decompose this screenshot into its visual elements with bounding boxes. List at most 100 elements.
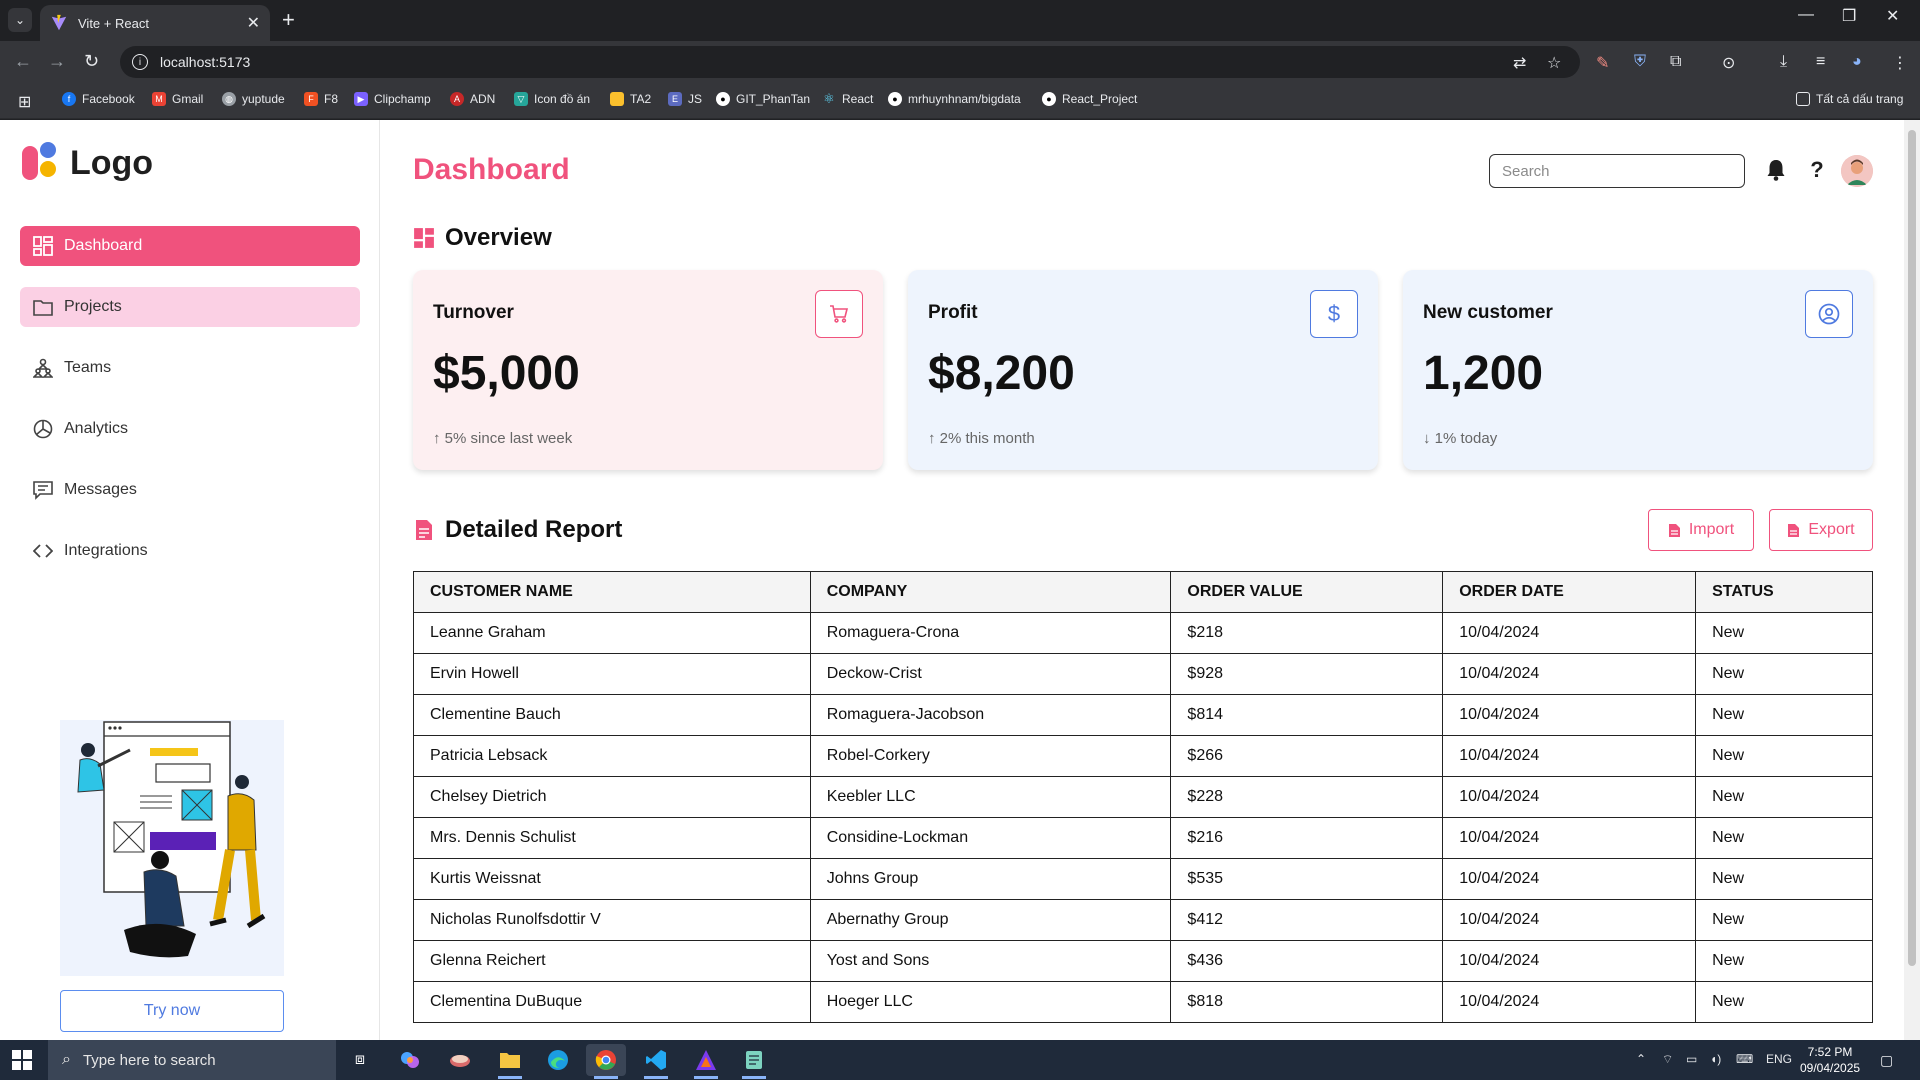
export-button[interactable]: Export [1769,509,1873,551]
notifications-icon[interactable]: ▢ [1880,1052,1893,1069]
sidebar-item-projects[interactable]: Projects [20,287,360,327]
bookmark-adn[interactable]: A ADN [450,92,495,106]
bookmark-bigdata[interactable]: ● mrhuynhnam/bigdata [888,92,1021,106]
bookmark-react[interactable]: ⚛ React [822,91,873,106]
bookmark-react-project[interactable]: ● React_Project [1042,92,1137,106]
bookmark-git-phantan[interactable]: ● GIT_PhanTan [716,92,810,106]
sidebar-item-label: Integrations [64,542,148,559]
order-value: $535 [1170,858,1444,900]
sidebar-item-analytics[interactable]: Analytics [20,409,360,449]
table-row[interactable]: Ervin Howell Deckow-Crist $928 10/04/2024 Ne… [413,653,1873,695]
app-icon[interactable] [686,1044,726,1079]
sidebar-item-teams[interactable]: Teams [20,348,360,388]
sidebar-item-integrations[interactable]: Integrations [20,531,360,571]
status: New [1695,694,1873,736]
all-bookmarks[interactable]: Tất cả dấu trang [1796,92,1903,106]
edge-icon[interactable] [538,1044,578,1076]
column-header[interactable]: CUSTOMER NAME [413,571,811,613]
site-info-icon[interactable]: i [132,54,148,70]
forward-icon[interactable]: → [48,51,66,72]
bell-icon[interactable] [1764,158,1788,182]
task-view-icon[interactable]: ⧈ [340,1044,380,1076]
extension-pen-icon[interactable]: ✎ [1596,53,1609,73]
table-row[interactable]: Patricia Lebsack Robel-Corkery $266 10/04/2… [413,735,1873,777]
column-header[interactable]: COMPANY [809,571,1172,613]
apps-grid-icon[interactable]: ⊞ [18,92,31,112]
network-icon[interactable]: ⌔ [1662,1052,1673,1067]
bookmark-star-icon[interactable]: ☆ [1547,53,1561,73]
bookmark-icon-do-an[interactable]: ▽ Icon đồ án [514,92,590,106]
sidebar-item-messages[interactable]: Messages [20,470,360,510]
notes-app-icon[interactable] [734,1044,774,1079]
user-circle-icon[interactable] [1805,290,1853,338]
search-input[interactable] [1489,154,1745,188]
tray-overflow-icon[interactable]: ⌃ [1636,1052,1646,1066]
column-header[interactable]: ORDER VALUE [1170,571,1444,613]
column-header[interactable]: ORDER DATE [1442,571,1697,613]
table-row[interactable]: Chelsey Dietrich Keebler LLC $228 10/04/202… [413,776,1873,818]
table-row[interactable]: Nicholas Runolfsdottir V Abernathy Group $… [413,899,1873,941]
restore-button[interactable]: ❐ [1842,6,1856,26]
keyboard-icon[interactable]: ⌨ [1736,1052,1753,1066]
customer-name: Clementina DuBuque [413,981,811,1023]
reload-icon[interactable]: ↻ [84,51,99,72]
bookmark-js[interactable]: E JS [668,92,702,106]
help-icon[interactable]: ? [1805,157,1829,182]
new-tab-button[interactable]: + [282,8,295,32]
sidebar-item-dashboard[interactable]: Dashboard [20,226,360,266]
try-now-button[interactable]: Try now [60,990,284,1032]
close-window-button[interactable]: ✕ [1886,6,1899,26]
windows-start-icon[interactable] [12,1050,32,1070]
extension-shield-icon[interactable]: ⛨ [1634,53,1646,71]
customer-name: Nicholas Runolfsdottir V [413,899,811,941]
copilot-icon[interactable] [390,1044,430,1076]
table-row[interactable]: Glenna Reichert Yost and Sons $436 10/04/20… [413,940,1873,982]
media-queue-icon[interactable]: ≡ [1816,53,1825,71]
status: New [1695,817,1873,859]
bookmark-yuptude[interactable]: ◍ yuptude [222,92,285,106]
screenshot-icon[interactable]: ⊙ [1722,53,1735,73]
profile-icon[interactable]: ◕ [1852,53,1862,71]
import-button[interactable]: Import [1648,509,1754,551]
cart-icon[interactable] [815,290,863,338]
logo[interactable]: Logo [22,142,153,184]
scrollbar-thumb[interactable] [1908,130,1916,966]
document-icon [416,520,432,540]
language-indicator[interactable]: ENG [1766,1052,1792,1066]
battery-icon[interactable]: ▭ [1686,1052,1697,1066]
bookmark-facebook[interactable]: f Facebook [62,92,135,106]
page-scrollbar[interactable] [1904,120,1920,1040]
table-row[interactable]: Clementine Bauch Romaguera-Jacobson $814 10… [413,694,1873,736]
app-icon[interactable] [440,1044,480,1076]
bookmark-ta2[interactable]: TA2 [610,92,651,106]
table-row[interactable]: Kurtis Weissnat Johns Group $535 10/04/2024… [413,858,1873,900]
back-icon[interactable]: ← [14,51,32,72]
translate-icon[interactable]: ⇄ [1513,53,1526,73]
taskbar-clock[interactable]: 7:52 PM 09/04/2025 [1800,1044,1860,1076]
vscode-icon[interactable] [636,1044,676,1079]
chrome-icon[interactable] [586,1044,626,1079]
column-header[interactable]: STATUS [1695,571,1873,613]
bookmark-clipchamp[interactable]: ▶ Clipchamp [354,92,431,106]
dollar-icon[interactable]: $ [1310,290,1358,338]
close-tab-icon[interactable]: ✕ [247,13,260,33]
minimize-button[interactable]: — [1798,6,1814,24]
tab-search-dropdown-icon[interactable]: ⌄ [8,8,32,32]
taskbar-search[interactable]: ⌕ Type here to search [48,1040,336,1080]
card-title: Turnover [433,302,514,323]
chrome-menu-icon[interactable]: ⋮ [1892,53,1908,73]
table-row[interactable]: Leanne Graham Romaguera-Crona $218 10/04/20… [413,612,1873,654]
download-icon[interactable]: ⤓ [1780,53,1787,71]
address-bar[interactable]: i localhost:5173 [120,46,1580,78]
avatar[interactable] [1841,155,1873,187]
extensions-puzzle-icon[interactable]: ⧉ [1670,53,1681,71]
file-explorer-icon[interactable] [490,1044,530,1079]
volume-icon[interactable]: ◖) [1710,1052,1721,1066]
table-row[interactable]: Mrs. Dennis Schulist Considine-Lockman $21… [413,817,1873,859]
document-icon [1668,523,1680,537]
table-row[interactable]: Clementina DuBuque Hoeger LLC $818 10/04/20… [413,981,1873,1023]
customer-name: Chelsey Dietrich [413,776,811,818]
browser-tab[interactable]: Vite + React ✕ [40,5,270,41]
bookmark-gmail[interactable]: M Gmail [152,92,203,106]
bookmark-f8[interactable]: F F8 [304,92,338,106]
